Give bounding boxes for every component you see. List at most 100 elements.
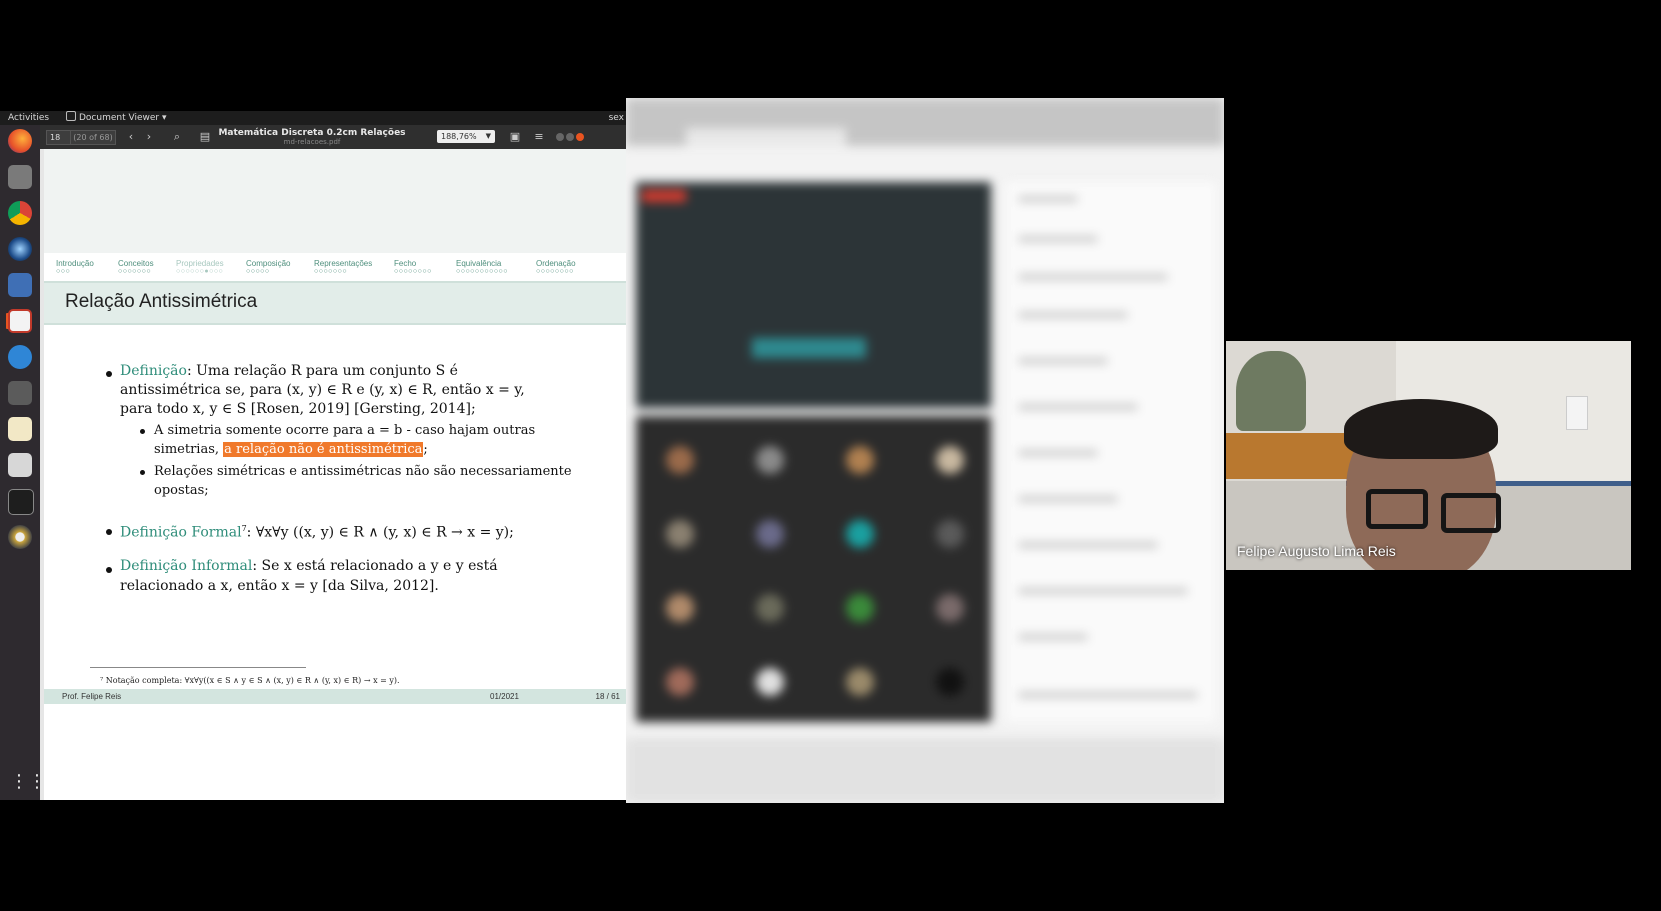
participant-avatar[interactable]: [666, 446, 694, 474]
activities-button[interactable]: Activities: [8, 111, 49, 125]
menu-icon[interactable]: ≡: [532, 129, 546, 145]
nav-label: Equivalência: [456, 259, 502, 268]
participant-avatar[interactable]: [846, 520, 874, 548]
participant-avatar[interactable]: [936, 520, 964, 548]
apps-grid-icon[interactable]: ⋮⋮⋮: [10, 772, 64, 792]
frame-title-bar: Relação Antissimétrica: [44, 281, 626, 325]
webcam-tile[interactable]: Felipe Augusto Lima Reis: [1226, 341, 1631, 570]
word-icon[interactable]: [8, 273, 32, 297]
participant-avatar[interactable]: [666, 594, 694, 622]
participant-avatar[interactable]: [936, 668, 964, 696]
nav-dots: ○○○○○: [246, 268, 270, 275]
webcam-glasses: [1441, 493, 1501, 533]
nav-propriedades[interactable]: Propriedades ○○○○○○●○○○: [176, 259, 224, 276]
webcam-light-switch: [1566, 396, 1588, 430]
nav-label: Ordenação: [536, 259, 576, 268]
side-panel-line: [1018, 312, 1128, 318]
slide-header: [44, 149, 626, 253]
definition-line-3: para todo x, y ∈ S [Rosen, 2019] [Gersti…: [120, 401, 476, 417]
informal-line-1: Definição Informal: Se x está relacionad…: [120, 557, 498, 576]
shared-screen: Activities Document Viewer ▾ sex ⋮⋮⋮ 18 …: [0, 111, 626, 800]
formal-term: Definição Formal: [120, 524, 242, 541]
chrome-icon[interactable]: [8, 201, 32, 225]
participant-avatar[interactable]: [936, 594, 964, 622]
bullet: [106, 567, 112, 573]
footer-author: Prof. Felipe Reis: [62, 692, 122, 701]
files-icon[interactable]: [8, 165, 32, 189]
zoom-select[interactable]: 188,76% ▼: [437, 130, 495, 143]
nav-fecho[interactable]: Fecho ○○○○○○○○: [394, 259, 432, 276]
calculator-icon[interactable]: [8, 453, 32, 477]
nav-equivalencia[interactable]: Equivalência ○○○○○○○○○○○: [456, 259, 508, 276]
browser-tab: [686, 128, 846, 146]
sidebar-toggle-icon[interactable]: ▤: [198, 129, 212, 145]
footer-date: 01/2021: [490, 692, 519, 701]
participant-avatar[interactable]: [756, 446, 784, 474]
page-number-input[interactable]: 18: [46, 130, 73, 145]
terminal-icon[interactable]: [8, 489, 34, 515]
blurred-content: [626, 98, 1224, 803]
bullet: [106, 529, 112, 535]
slide-page: Introdução ○○○ Conceitos ○○○○○○○ Proprieda…: [44, 149, 626, 800]
firefox-icon[interactable]: [8, 129, 32, 153]
footnote-rule: [90, 667, 306, 668]
eclipse-icon[interactable]: [8, 309, 32, 333]
side-panel-line: [1018, 542, 1158, 548]
close-icon[interactable]: [576, 133, 584, 141]
side-panel-line: [1018, 692, 1198, 698]
nav-dots: ○○○: [56, 268, 71, 275]
participant-avatar[interactable]: [846, 668, 874, 696]
participant-grid: [636, 416, 991, 722]
participant-avatar[interactable]: [756, 668, 784, 696]
zoom-value: 188,76%: [441, 132, 477, 141]
webcam-plant: [1236, 351, 1306, 431]
dock: ⋮⋮⋮: [0, 125, 64, 800]
side-panel-line: [1018, 236, 1098, 242]
prev-page-button[interactable]: ‹: [124, 129, 138, 145]
recording-badge: [642, 190, 686, 202]
next-page-button[interactable]: ›: [142, 129, 156, 145]
participant-avatar[interactable]: [756, 520, 784, 548]
nav-conceitos[interactable]: Conceitos ○○○○○○○: [118, 259, 154, 276]
nav-label: Fecho: [394, 259, 417, 268]
sub1-line-2: simetrias, a relação não é antissimétric…: [154, 441, 428, 459]
clock[interactable]: sex: [609, 111, 624, 125]
nav-ordenacao[interactable]: Ordenação ○○○○○○○○: [536, 259, 576, 276]
search-icon[interactable]: ⌕: [170, 129, 184, 145]
webcam-glasses: [1366, 489, 1428, 529]
participant-avatar[interactable]: [846, 446, 874, 474]
participant-avatar[interactable]: [936, 446, 964, 474]
definition-text: : Uma relação R para um conjunto S é: [186, 363, 458, 379]
app-icon[interactable]: [8, 237, 32, 261]
side-panel-line: [1018, 634, 1088, 640]
participant-avatar[interactable]: [756, 594, 784, 622]
nav-label: Representações: [314, 259, 373, 268]
side-panel-line: [1018, 404, 1138, 410]
export-icon[interactable]: ▣: [508, 129, 522, 145]
stop-presenting-button[interactable]: [752, 338, 866, 358]
nav-label: Introdução: [56, 259, 94, 268]
participant-avatar[interactable]: [666, 668, 694, 696]
maximize-icon[interactable]: [566, 133, 574, 141]
participant-avatar[interactable]: [666, 520, 694, 548]
sub1-end: ;: [423, 442, 428, 457]
kde-icon[interactable]: [8, 345, 32, 369]
document-viewer-icon: [66, 111, 76, 121]
side-panel-line: [1018, 450, 1098, 456]
disk-icon[interactable]: [8, 525, 32, 549]
slide-footer: Prof. Felipe Reis 01/2021 18 / 61: [44, 689, 626, 704]
nav-label: Composição: [246, 259, 291, 268]
participant-avatar[interactable]: [846, 594, 874, 622]
app-menu[interactable]: Document Viewer ▾: [66, 111, 166, 125]
nav-composicao[interactable]: Composição ○○○○○: [246, 259, 290, 276]
nav-representacoes[interactable]: Representações ○○○○○○○: [314, 259, 372, 276]
nav-introducao[interactable]: Introdução ○○○: [56, 259, 94, 276]
sub-bullet: [140, 429, 145, 434]
webcam-person-hair: [1344, 399, 1498, 459]
minimize-icon[interactable]: [556, 133, 564, 141]
tool-icon[interactable]: [8, 381, 32, 405]
definition-line-1: Definição: Uma relação R para um conjunt…: [120, 362, 458, 381]
gnome-top-bar: Activities Document Viewer ▾ sex: [0, 111, 626, 125]
editor-icon[interactable]: [8, 417, 32, 441]
highlighted-text[interactable]: a relação não é antissimétrica: [223, 442, 424, 457]
